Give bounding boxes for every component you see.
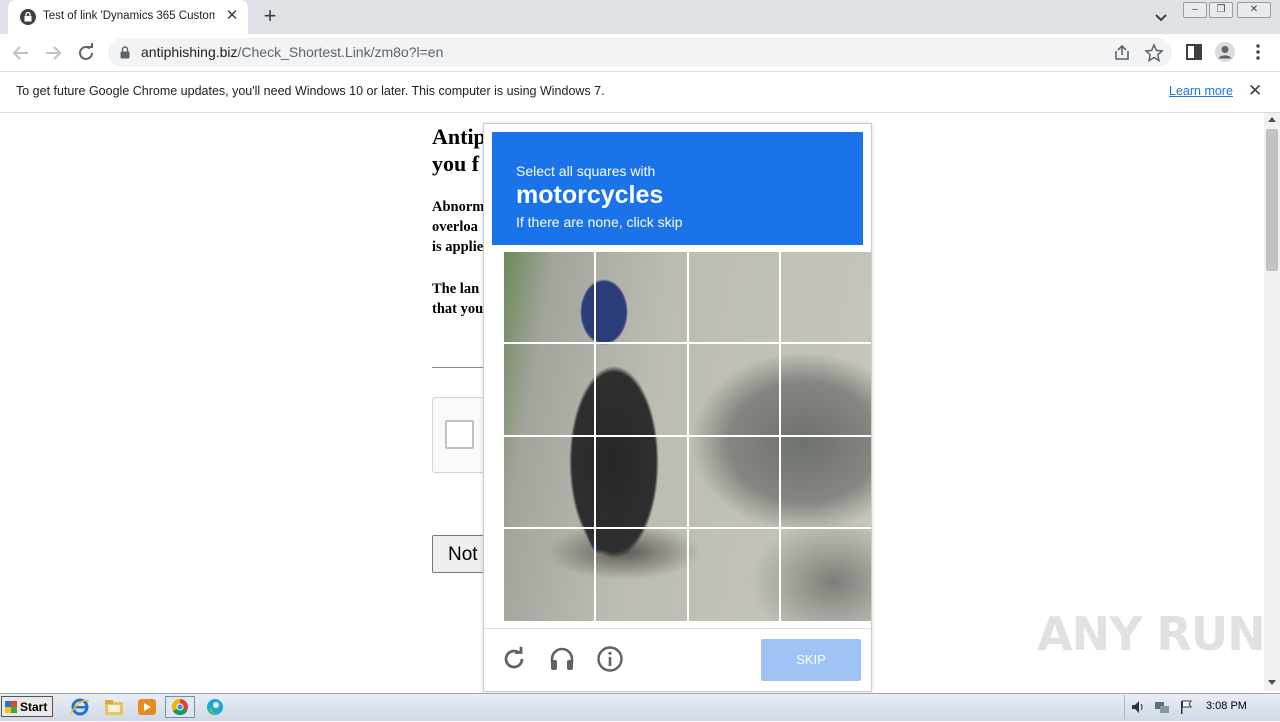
share-icon[interactable]	[1111, 42, 1133, 64]
network-icon[interactable]	[1154, 699, 1170, 715]
internet-explorer-icon[interactable]	[68, 696, 92, 718]
forward-icon[interactable]	[42, 42, 64, 64]
scroll-down-arrow-icon[interactable]	[1268, 680, 1276, 685]
menu-kebab-icon[interactable]	[1247, 41, 1269, 63]
new-tab-icon[interactable]: +	[259, 5, 281, 27]
captcha-tile[interactable]	[596, 252, 689, 344]
captcha-instruction: Select all squares with	[516, 163, 656, 179]
captcha-tile[interactable]	[781, 252, 871, 344]
skip-button[interactable]: SKIP	[761, 639, 861, 681]
infobar-message: To get future Google Chrome updates, you…	[16, 84, 605, 98]
minimize-icon[interactable]: –	[1183, 2, 1207, 18]
recaptcha-checkbox[interactable]	[445, 420, 474, 449]
page-heading: Antip you f	[432, 124, 486, 176]
update-infobar: To get future Google Chrome updates, you…	[0, 71, 1280, 113]
action-center-flag-icon[interactable]	[1178, 699, 1194, 715]
captcha-hint: If there are none, click skip	[516, 214, 683, 230]
url-path: /Check_Shortest.Link/zm8o?l=en	[237, 44, 444, 60]
chrome-taskbar-button[interactable]	[165, 696, 195, 718]
start-button[interactable]: Start	[1, 696, 53, 717]
captcha-tile[interactable]	[689, 344, 781, 437]
reload-challenge-icon[interactable]	[500, 645, 528, 673]
profile-avatar-icon[interactable]	[1214, 41, 1236, 63]
anyrun-watermark: ANY RUN	[1037, 607, 1266, 661]
captcha-tile[interactable]	[504, 529, 596, 621]
scrollbar-thumb[interactable]	[1266, 129, 1278, 271]
tab-search-chevron-icon[interactable]	[1152, 8, 1170, 26]
captcha-tile[interactable]	[689, 437, 781, 529]
captcha-tile[interactable]	[689, 529, 781, 621]
captcha-tile[interactable]	[504, 437, 596, 529]
captcha-tile[interactable]	[689, 252, 781, 344]
lock-icon[interactable]	[120, 46, 130, 59]
captcha-tile[interactable]	[781, 529, 871, 621]
browser-tab[interactable]: Test of link 'Dynamics 365 Customer ✕	[8, 0, 248, 34]
info-icon[interactable]	[596, 645, 624, 673]
lock-favicon-icon	[20, 9, 36, 25]
taskbar-clock: 3:08 PM	[1206, 700, 1247, 712]
bookmark-star-icon[interactable]	[1143, 42, 1165, 64]
chrome-icon	[171, 698, 188, 716]
captcha-footer: SKIP	[484, 628, 871, 692]
captcha-tile[interactable]	[504, 252, 596, 344]
back-icon[interactable]	[10, 42, 32, 64]
page-paragraph-2: The lan that you	[432, 281, 484, 317]
url-text: antiphishing.biz/Check_Shortest.Link/zm8…	[141, 44, 443, 60]
media-player-icon[interactable]	[135, 696, 159, 718]
side-panel-icon[interactable]	[1183, 41, 1205, 63]
captcha-header: Select all squares with motorcycles If t…	[492, 132, 863, 245]
browser-toolbar: antiphishing.biz/Check_Shortest.Link/zm8…	[0, 34, 1280, 71]
captcha-challenge-popup: Select all squares with motorcycles If t…	[483, 123, 872, 692]
start-label: Start	[20, 700, 48, 714]
captcha-tile[interactable]	[781, 344, 871, 437]
scroll-up-arrow-icon[interactable]	[1268, 117, 1276, 122]
volume-icon[interactable]	[1130, 699, 1146, 715]
page-paragraph-1: Abnorm overloa is applie	[432, 199, 485, 255]
window-close-icon[interactable]: ✕	[1237, 2, 1271, 18]
audio-challenge-headphones-icon[interactable]	[548, 645, 576, 673]
captcha-image-grid	[504, 252, 871, 621]
tab-close-icon[interactable]: ✕	[224, 8, 240, 24]
reload-icon[interactable]	[75, 42, 97, 64]
windows-flag-icon	[5, 701, 17, 713]
learn-more-link[interactable]: Learn more	[1169, 84, 1233, 98]
system-tray	[1124, 695, 1205, 719]
captcha-tile[interactable]	[781, 437, 871, 529]
infobar-close-icon[interactable]: ✕	[1248, 82, 1262, 100]
captcha-target-object: motorcycles	[516, 181, 664, 209]
address-bar[interactable]: antiphishing.biz/Check_Shortest.Link/zm8…	[108, 38, 1172, 67]
tab-title: Test of link 'Dynamics 365 Customer	[43, 10, 215, 22]
tab-strip: Test of link 'Dynamics 365 Customer ✕ + …	[0, 0, 1280, 34]
restore-icon[interactable]: ❐	[1209, 2, 1233, 18]
captcha-tile[interactable]	[596, 437, 689, 529]
captcha-tile[interactable]	[596, 344, 689, 437]
captcha-tile[interactable]	[596, 529, 689, 621]
edge-icon[interactable]	[203, 696, 227, 718]
captcha-tile[interactable]	[504, 344, 596, 437]
file-explorer-icon[interactable]	[102, 696, 126, 718]
url-domain: antiphishing.biz	[141, 44, 238, 60]
windows-taskbar: Start 3:08 PM	[0, 693, 1280, 721]
page-scrollbar[interactable]	[1264, 113, 1280, 691]
